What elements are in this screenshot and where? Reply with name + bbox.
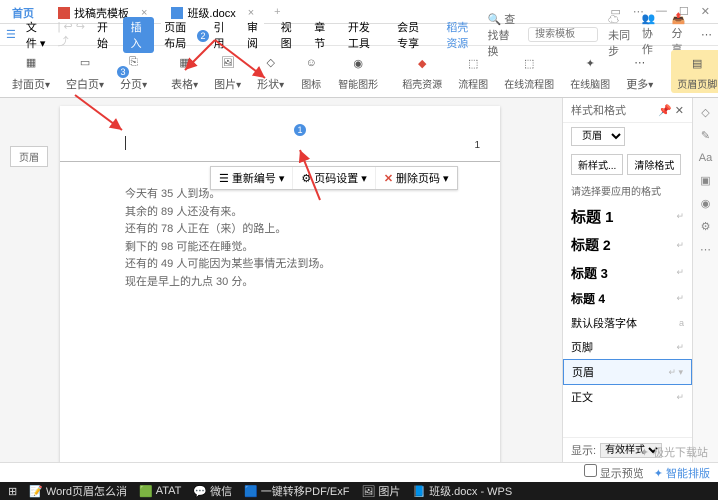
clear-format-button[interactable]: 清除格式 (627, 154, 681, 175)
new-tab-button[interactable]: + (266, 6, 288, 18)
menu-section[interactable]: 章节 (306, 17, 338, 53)
menu-references[interactable]: 引用 (205, 17, 237, 53)
menu-start[interactable]: 开始 (89, 17, 121, 53)
page[interactable]: 页眉 1 ☰ 重新编号 ▾ ⚙ 页码设置 ▾ ✕ 删除页码 ▾ 今天有 35 人… (60, 106, 500, 462)
file-menu[interactable]: 文件 ▾ (18, 17, 56, 53)
body-text: 今天有 35 人到场。 其余的 89 人还没有来。 还有的 78 人正在（来）的… (125, 186, 330, 292)
document-area[interactable]: 页眉 1 ☰ 重新编号 ▾ ⚙ 页码设置 ▾ ✕ 删除页码 ▾ 今天有 35 人… (0, 98, 562, 462)
taskbar-item[interactable]: 🖼 图片 (361, 483, 400, 499)
tool-flow[interactable]: ⬚流程图 (452, 50, 494, 93)
rail-icon[interactable]: ⋯ (700, 243, 711, 256)
tool-blank[interactable]: ▭空白页▾ (60, 50, 110, 94)
delete-pagenum-button[interactable]: ✕ 删除页码 ▾ (376, 167, 457, 189)
rail-icon[interactable]: ◇ (701, 106, 709, 119)
right-rail: ◇ ✎ Aa ▣ ◉ ⚙ ⋯ (692, 98, 718, 462)
doc-icon (58, 7, 70, 19)
menubar: ☰ 文件 ▾ | ↩ ↪ ⤴ 开始 插入 页面布局 引用 审阅 视图 章节 开发… (0, 24, 718, 46)
taskbar: ⊞ 📝 Word页眉怎么消 🟩 ATAT 💬 微信 🟦 一键转移PDF/ExF … (0, 482, 718, 500)
style-item[interactable]: 正文↵ (563, 385, 692, 409)
search-input[interactable] (528, 27, 598, 42)
style-item-selected[interactable]: 页眉↵ ▾ (563, 359, 692, 385)
rail-icon[interactable]: ⚙ (701, 220, 711, 233)
show-preview-toggle[interactable]: 显示预览 (584, 464, 644, 481)
taskbar-item[interactable]: 📝 Word页眉怎么消 (29, 483, 127, 499)
ribbon-toolbar: ▦封面页▾ ▭空白页▾ ⎘分页▾ ▦表格▾ 🖼图片▾ ◇形状▾ ☺图标 ◉智能图… (0, 46, 718, 98)
taskbar-item[interactable]: 💬 微信 (193, 483, 232, 499)
more-icon[interactable]: ⋯ (701, 28, 712, 41)
rail-icon[interactable]: ✎ (701, 129, 710, 142)
tool-image[interactable]: 🖼图片▾ (208, 50, 247, 94)
taskbar-item[interactable]: 🟦 一键转移PDF/ExF (244, 483, 349, 499)
rail-icon[interactable]: ▣ (700, 174, 710, 187)
menu-vip[interactable]: 会员专享 (389, 17, 436, 53)
smart-layout-button[interactable]: ✦ 智能排版 (654, 465, 710, 481)
menu-insert[interactable]: 插入 (123, 17, 155, 53)
style-item[interactable]: 标题 2↵ (563, 231, 692, 259)
annotation-badge-2: 2 (196, 29, 210, 43)
panel-title: 样式和格式 (571, 102, 626, 118)
taskbar-item[interactable]: 🟩 ATAT (139, 485, 181, 498)
tool-header-footer[interactable]: ▤页眉页脚 (671, 50, 718, 93)
tool-cover[interactable]: ▦封面页▾ (6, 50, 56, 94)
style-preset-select[interactable]: 页眉 (571, 127, 625, 146)
tool-table[interactable]: ▦表格▾ (165, 50, 204, 94)
tool-icon[interactable]: ☺图标 (294, 50, 328, 93)
text-cursor (125, 136, 126, 150)
tool-shape[interactable]: ◇形状▾ (251, 50, 290, 94)
start-icon[interactable]: ⊞ (8, 485, 17, 498)
tool-mindmap[interactable]: ✦在线脑图 (564, 50, 616, 93)
styles-panel: 样式和格式 📌 ✕ 页眉 新样式... 清除格式 请选择要应用的格式 标题 1↵… (562, 98, 692, 462)
style-item[interactable]: 页脚↵ (563, 335, 692, 359)
menu-docer[interactable]: 稻壳资源 (438, 17, 485, 53)
styles-hint: 请选择要应用的格式 (563, 179, 692, 202)
header-label: 页眉 (10, 146, 48, 167)
taskbar-item[interactable]: 📘 班级.docx - WPS (412, 483, 512, 499)
tool-online-flow[interactable]: ⬚在线流程图 (498, 50, 560, 93)
style-item[interactable]: 默认段落字体a (563, 311, 692, 335)
watermark: ✦ 极光下载站 (640, 444, 708, 460)
close-icon[interactable]: ✕ (675, 105, 684, 117)
rail-icon[interactable]: Aa (699, 152, 712, 164)
menu-view[interactable]: 视图 (273, 17, 305, 53)
workspace: 页眉 1 ☰ 重新编号 ▾ ⚙ 页码设置 ▾ ✕ 删除页码 ▾ 今天有 35 人… (0, 98, 718, 462)
annotation-badge-1: 1 (293, 123, 307, 137)
style-item[interactable]: 标题 3↵ (563, 259, 692, 286)
tool-smartart[interactable]: ◉智能图形 (332, 50, 384, 93)
app-menu-icon[interactable]: ☰ (6, 28, 16, 41)
new-style-button[interactable]: 新样式... (571, 154, 623, 175)
statusbar: 显示预览 ✦ 智能排版 (0, 462, 718, 482)
rail-icon[interactable]: ◉ (701, 197, 711, 210)
annotation-badge-3: 3 (116, 65, 130, 79)
styles-list: 标题 1↵ 标题 2↵ 标题 3↵ 标题 4↵ 默认段落字体a 页脚↵ 页眉↵ … (563, 202, 692, 437)
menu-review[interactable]: 审阅 (239, 17, 271, 53)
tool-docer[interactable]: ◆稻壳资源 (396, 50, 448, 93)
header-zone[interactable]: 页眉 1 (60, 106, 500, 162)
menu-dev[interactable]: 开发工具 (340, 17, 387, 53)
tool-more[interactable]: ⋯更多▾ (620, 50, 659, 94)
pin-icon[interactable]: 📌 (658, 105, 672, 117)
page-number: 1 (474, 140, 480, 151)
style-item[interactable]: 标题 4↵ (563, 286, 692, 311)
style-item[interactable]: 标题 1↵ (563, 202, 692, 231)
